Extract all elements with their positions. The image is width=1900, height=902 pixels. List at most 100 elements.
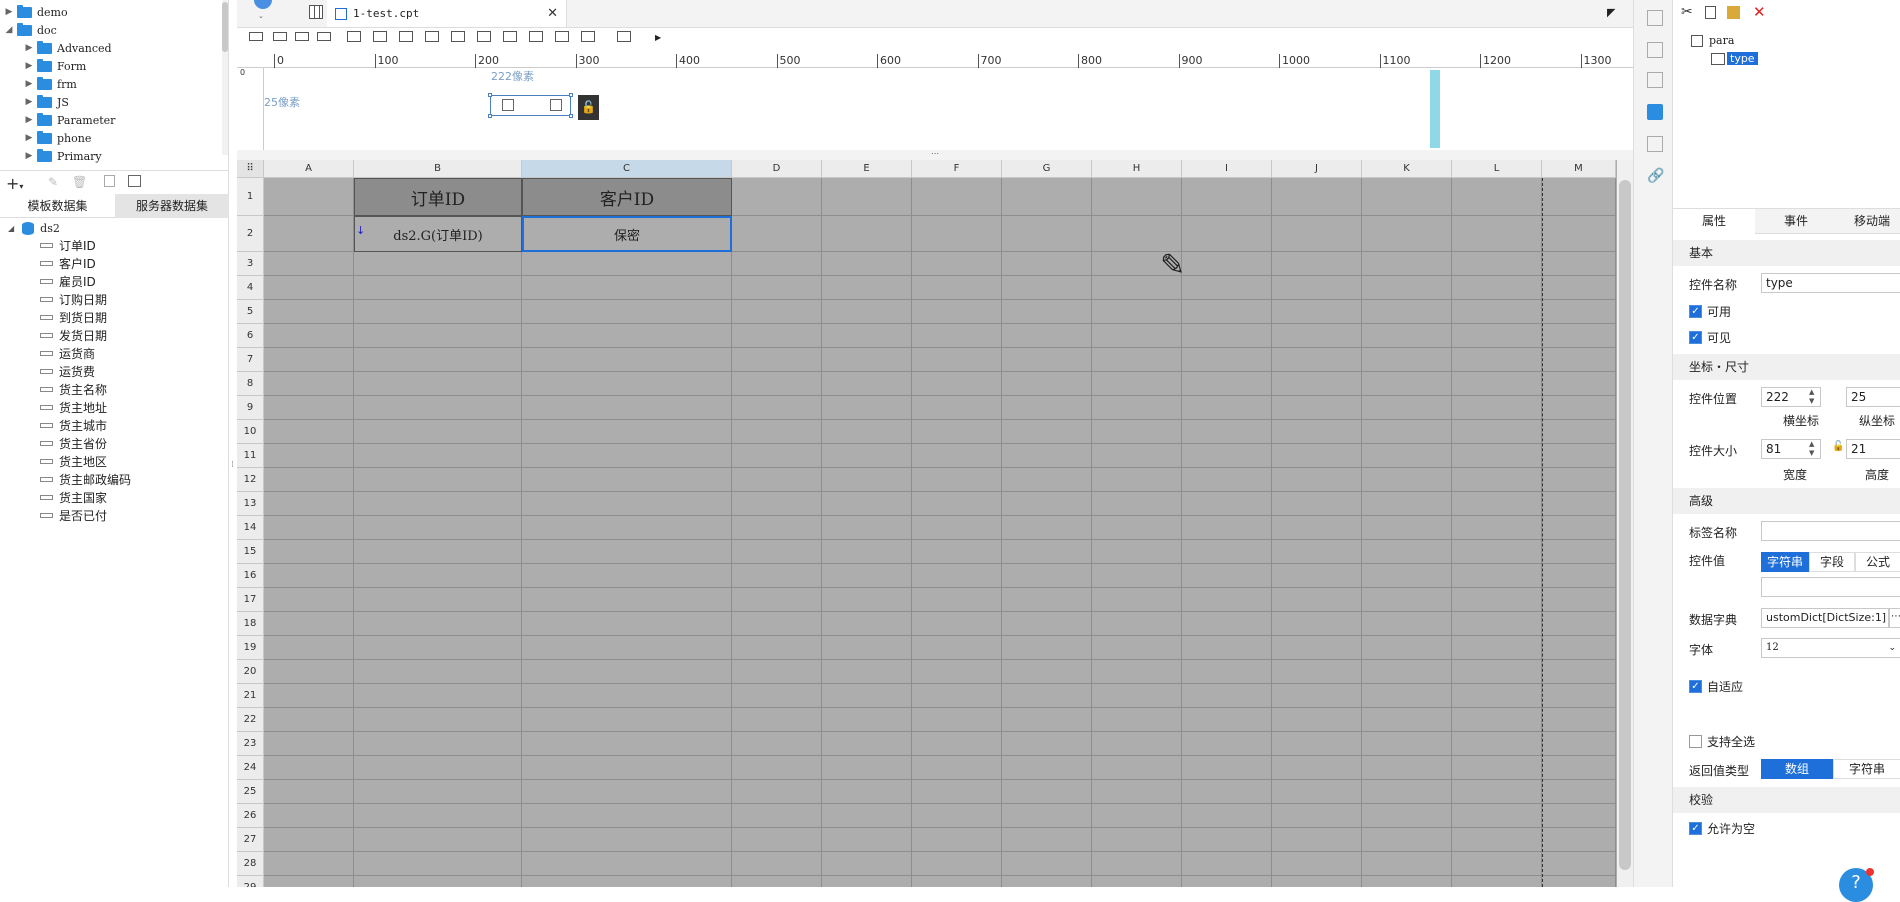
allow-empty-checkbox[interactable]: ✓ 允许为空 [1689,820,1755,837]
grid-cell[interactable] [1272,276,1362,300]
grid-cell[interactable] [1092,852,1182,876]
grid-cell[interactable] [264,348,354,372]
grid-cell[interactable] [732,396,822,420]
tree-item-phone[interactable]: ▶ phone [24,129,91,147]
grid-cell[interactable] [354,420,522,444]
grid-cell[interactable] [822,492,912,516]
grid-cell[interactable] [264,636,354,660]
grid-cell[interactable] [822,612,912,636]
grid-cell[interactable] [912,564,1002,588]
grid-cell[interactable] [912,876,1002,887]
grid-cell[interactable] [1002,636,1092,660]
grid-cell[interactable] [822,372,912,396]
row-header-16[interactable]: 16 [237,564,264,588]
return-type-string[interactable]: 字符串 [1833,759,1900,779]
grid-cell[interactable] [732,372,822,396]
row-header-7[interactable]: 7 [237,348,264,372]
cell-b2[interactable]: ds2.G(订单ID) [354,216,522,252]
grid-cell[interactable] [732,540,822,564]
grid-cell[interactable] [1452,732,1542,756]
tree-item-advanced[interactable]: ▶ Advanced [24,39,112,57]
grid-cell[interactable] [354,516,522,540]
column-header-i[interactable]: I [1182,160,1272,178]
widget-tree-child[interactable]: type [1711,52,1758,65]
grid-cell[interactable] [522,372,732,396]
grid-cell[interactable] [1092,876,1182,887]
grid-cell[interactable] [912,348,1002,372]
grid-cell[interactable] [1272,324,1362,348]
pos-y-input[interactable]: 25 [1846,387,1900,407]
autofit-checkbox[interactable]: ✓ 自适应 [1689,678,1743,695]
grid-cell[interactable] [354,780,522,804]
grid-cell[interactable] [1002,588,1092,612]
column-header-m[interactable]: M [1542,160,1616,178]
grid-cell[interactable] [1452,252,1542,276]
grid-cell[interactable] [1272,660,1362,684]
grid-cell[interactable] [1542,780,1616,804]
grid-cell[interactable] [1092,492,1182,516]
grid-cell[interactable] [264,178,354,216]
grid-cell[interactable] [1002,252,1092,276]
grid-cell[interactable] [354,300,522,324]
tab-template-dataset[interactable]: 模板数据集 [0,194,115,218]
grid-cell[interactable] [822,348,912,372]
value-type-string[interactable]: 字符串 [1761,552,1809,572]
menu-logo-icon[interactable] [254,0,272,9]
grid-cell[interactable] [1092,828,1182,852]
grid-cell[interactable] [1002,852,1092,876]
grid-cell[interactable] [1362,444,1452,468]
pos-x-spinner[interactable]: ▲ ▼ [1809,388,1814,406]
grid-cell[interactable] [1002,876,1092,887]
grid-cell[interactable] [1272,684,1362,708]
cell-c1[interactable]: 客户ID [522,178,732,216]
grid-cell[interactable] [822,636,912,660]
row-header-25[interactable]: 25 [237,780,264,804]
grid-cell[interactable] [264,612,354,636]
tree-item-doc[interactable]: ◢ doc [4,21,57,39]
grid-cell[interactable] [1182,732,1272,756]
grid-cell[interactable] [732,300,822,324]
row-header-11[interactable]: 11 [237,444,264,468]
button-widget-icon[interactable] [295,32,309,41]
grid-cell[interactable] [1092,324,1182,348]
row-header-10[interactable]: 10 [237,420,264,444]
grid-cell[interactable] [1002,492,1092,516]
grid-cell[interactable] [1542,564,1616,588]
grid-cell[interactable] [1182,708,1272,732]
row-header-9[interactable]: 9 [237,396,264,420]
column-header-g[interactable]: G [1002,160,1092,178]
grid-cell[interactable] [822,444,912,468]
resize-handle[interactable] [569,114,573,118]
grid-cell[interactable] [522,684,732,708]
row-header-4[interactable]: 4 [237,276,264,300]
grid-cell[interactable] [912,300,1002,324]
grid-cell[interactable] [1452,612,1542,636]
grid-cell[interactable] [822,540,912,564]
grid-cell[interactable] [1092,420,1182,444]
grid-cell[interactable] [822,708,912,732]
grid-cell[interactable] [732,516,822,540]
grid-cell[interactable] [912,178,1002,216]
grid-cell[interactable] [912,252,1002,276]
close-tab-icon[interactable]: ✕ [547,6,558,21]
textarea-widget-icon[interactable] [425,31,439,42]
grid-cell[interactable] [264,684,354,708]
grid-cell[interactable] [1182,852,1272,876]
section-advanced[interactable]: 高级▾ [1673,488,1900,514]
grid-cell[interactable] [912,660,1002,684]
grid-cell[interactable] [822,588,912,612]
grid-cell[interactable] [1452,324,1542,348]
grid-cell[interactable] [1452,516,1542,540]
grid-cell[interactable] [822,276,912,300]
grid-cell[interactable] [1002,300,1092,324]
grid-cell[interactable] [1092,216,1182,252]
field-item[interactable]: 货主地区 [40,452,107,470]
row-header-1[interactable]: 1 [237,178,264,216]
grid-cell[interactable] [1362,708,1452,732]
row-header-2[interactable]: 2 [237,216,264,252]
grid-cell[interactable] [732,876,822,887]
grid-cell[interactable] [1362,564,1452,588]
grid-cell[interactable] [354,636,522,660]
grid-cell[interactable] [354,708,522,732]
tab-server-dataset[interactable]: 服务器数据集 [115,194,229,218]
